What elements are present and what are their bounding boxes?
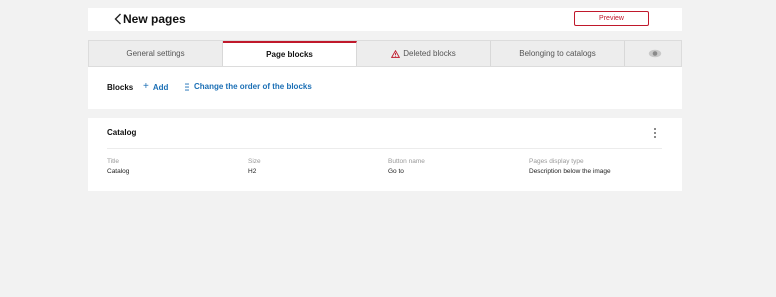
blocks-label: Blocks xyxy=(107,83,134,92)
add-block-button[interactable]: + Add xyxy=(143,82,168,92)
field-value: Go to xyxy=(388,168,404,175)
reorder-label: Change the order of the blocks xyxy=(194,82,312,91)
field-label: Button name xyxy=(388,158,425,165)
reorder-blocks-button[interactable]: Change the order of the blocks xyxy=(185,82,312,91)
add-label: Add xyxy=(152,82,169,92)
more-options-icon[interactable] xyxy=(651,127,659,139)
field-size: Size H2 xyxy=(248,158,261,176)
tab-label: Page blocks xyxy=(266,50,313,59)
field-label: Pages display type xyxy=(529,158,584,165)
preview-button[interactable]: Preview xyxy=(574,11,649,26)
page-title: New pages xyxy=(123,12,186,26)
divider xyxy=(107,148,662,149)
plus-icon: + xyxy=(143,81,149,92)
field-value: Description below the image xyxy=(529,168,611,175)
tab-bar: General settings Page blocks Deleted blo… xyxy=(88,40,682,67)
tab-general-settings[interactable]: General settings xyxy=(89,41,223,66)
field-label: Size xyxy=(248,158,261,165)
field-button-name: Button name Go to xyxy=(388,158,425,176)
tab-visibility[interactable] xyxy=(625,41,681,66)
page-header: New pages Preview xyxy=(88,8,682,31)
field-title: Title Catalog xyxy=(107,158,129,176)
tab-label: Deleted blocks xyxy=(403,49,456,58)
field-label: Title xyxy=(107,158,120,165)
field-pages-display-type: Pages display type Description below the… xyxy=(529,158,611,176)
tab-belonging-to-catalogs[interactable]: Belonging to catalogs xyxy=(491,41,625,66)
field-value: H2 xyxy=(248,168,257,175)
blocks-toolbar: Blocks + Add Change the order of the blo… xyxy=(88,67,682,109)
tab-deleted-blocks[interactable]: Deleted blocks xyxy=(357,41,491,66)
eye-icon xyxy=(648,49,662,58)
block-title: Catalog xyxy=(107,128,137,137)
field-value: Catalog xyxy=(107,168,130,175)
warning-icon xyxy=(391,49,401,58)
drag-handle-icon xyxy=(185,82,189,91)
tab-label: Belonging to catalogs xyxy=(519,49,596,58)
tab-label: General settings xyxy=(126,49,185,58)
catalog-block-card: Catalog Title Catalog Size H2 Button nam… xyxy=(88,118,682,191)
tab-page-blocks[interactable]: Page blocks xyxy=(223,41,357,66)
